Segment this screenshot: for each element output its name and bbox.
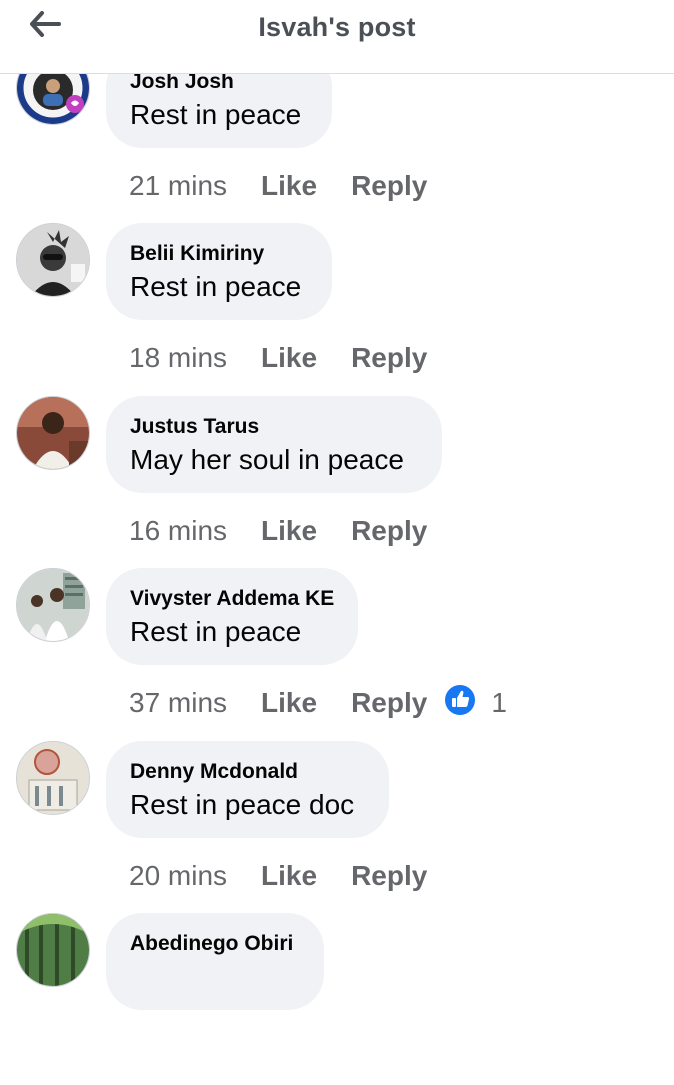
page-title: Isvah's post — [258, 12, 416, 42]
like-button[interactable]: Like — [261, 860, 317, 892]
comment-time[interactable]: 37 mins — [129, 687, 227, 719]
comment-bubble[interactable]: Abedinego Obiri — [106, 913, 324, 1010]
comment-text: Rest in peace — [130, 99, 302, 130]
comment-author[interactable]: Abedinego Obiri — [130, 932, 293, 956]
reply-button[interactable]: Reply — [351, 860, 427, 892]
comment-time[interactable]: 21 mins — [129, 170, 227, 202]
avatar[interactable] — [16, 396, 90, 470]
avatar[interactable] — [16, 913, 90, 987]
comment-author[interactable]: Belii Kimiriny — [130, 242, 264, 266]
comment-item: Josh Josh Rest in peace 21 mins Like Rep… — [0, 51, 674, 223]
reply-button[interactable]: Reply — [351, 170, 427, 202]
comment-item: Vivyster Addema KE Rest in peace 37 mins… — [0, 568, 674, 740]
comment-bubble[interactable]: Vivyster Addema KE Rest in peace — [106, 568, 358, 665]
comment-item: Abedinego Obiri — [0, 913, 674, 1085]
thumbs-up-icon — [445, 684, 476, 722]
comment-text: Rest in peace doc — [130, 789, 355, 820]
comment-meta: 37 mins Like Reply 1 — [129, 683, 507, 723]
avatar[interactable] — [16, 223, 90, 297]
like-button[interactable]: Like — [261, 342, 317, 374]
comment-bubble[interactable]: Justus Tarus May her soul in peace — [106, 396, 442, 493]
comment-author[interactable]: Justus Tarus — [130, 415, 259, 439]
comment-meta: 20 mins Like Reply — [129, 856, 427, 896]
comment-meta: 21 mins Like Reply — [129, 166, 427, 206]
avatar[interactable] — [16, 568, 90, 642]
comment-text: Rest in peace — [130, 616, 302, 647]
like-button[interactable]: Like — [261, 170, 317, 202]
comment-text: May her soul in peace — [130, 444, 404, 475]
avatar[interactable] — [16, 741, 90, 815]
comment-time[interactable]: 20 mins — [129, 860, 227, 892]
comment-meta: 18 mins Like Reply — [129, 338, 427, 378]
comment-bubble[interactable]: Belii Kimiriny Rest in peace — [106, 223, 332, 320]
like-button[interactable]: Like — [261, 687, 317, 719]
like-button[interactable]: Like — [261, 515, 317, 547]
reply-button[interactable]: Reply — [351, 515, 427, 547]
reply-button[interactable]: Reply — [351, 342, 427, 374]
reply-button[interactable]: Reply — [351, 687, 427, 719]
comment-bubble[interactable]: Denny Mcdonald Rest in peace doc — [106, 741, 389, 838]
comment-item: Belii Kimiriny Rest in peace 18 mins Lik… — [0, 223, 674, 395]
comment-item: Justus Tarus May her soul in peace 16 mi… — [0, 396, 674, 568]
comment-author[interactable]: Denny Mcdonald — [130, 760, 298, 784]
reaction-summary[interactable]: 1 — [445, 684, 507, 722]
comment-time[interactable]: 18 mins — [129, 342, 227, 374]
reaction-count: 1 — [491, 687, 507, 718]
app-header: Isvah's post — [0, 0, 674, 74]
comment-author[interactable]: Vivyster Addema KE — [130, 587, 334, 611]
comment-text: Rest in peace — [130, 271, 302, 302]
comment-item: Denny Mcdonald Rest in peace doc 20 mins… — [0, 741, 674, 913]
comment-meta: 16 mins Like Reply — [129, 511, 427, 551]
comment-time[interactable]: 16 mins — [129, 515, 227, 547]
